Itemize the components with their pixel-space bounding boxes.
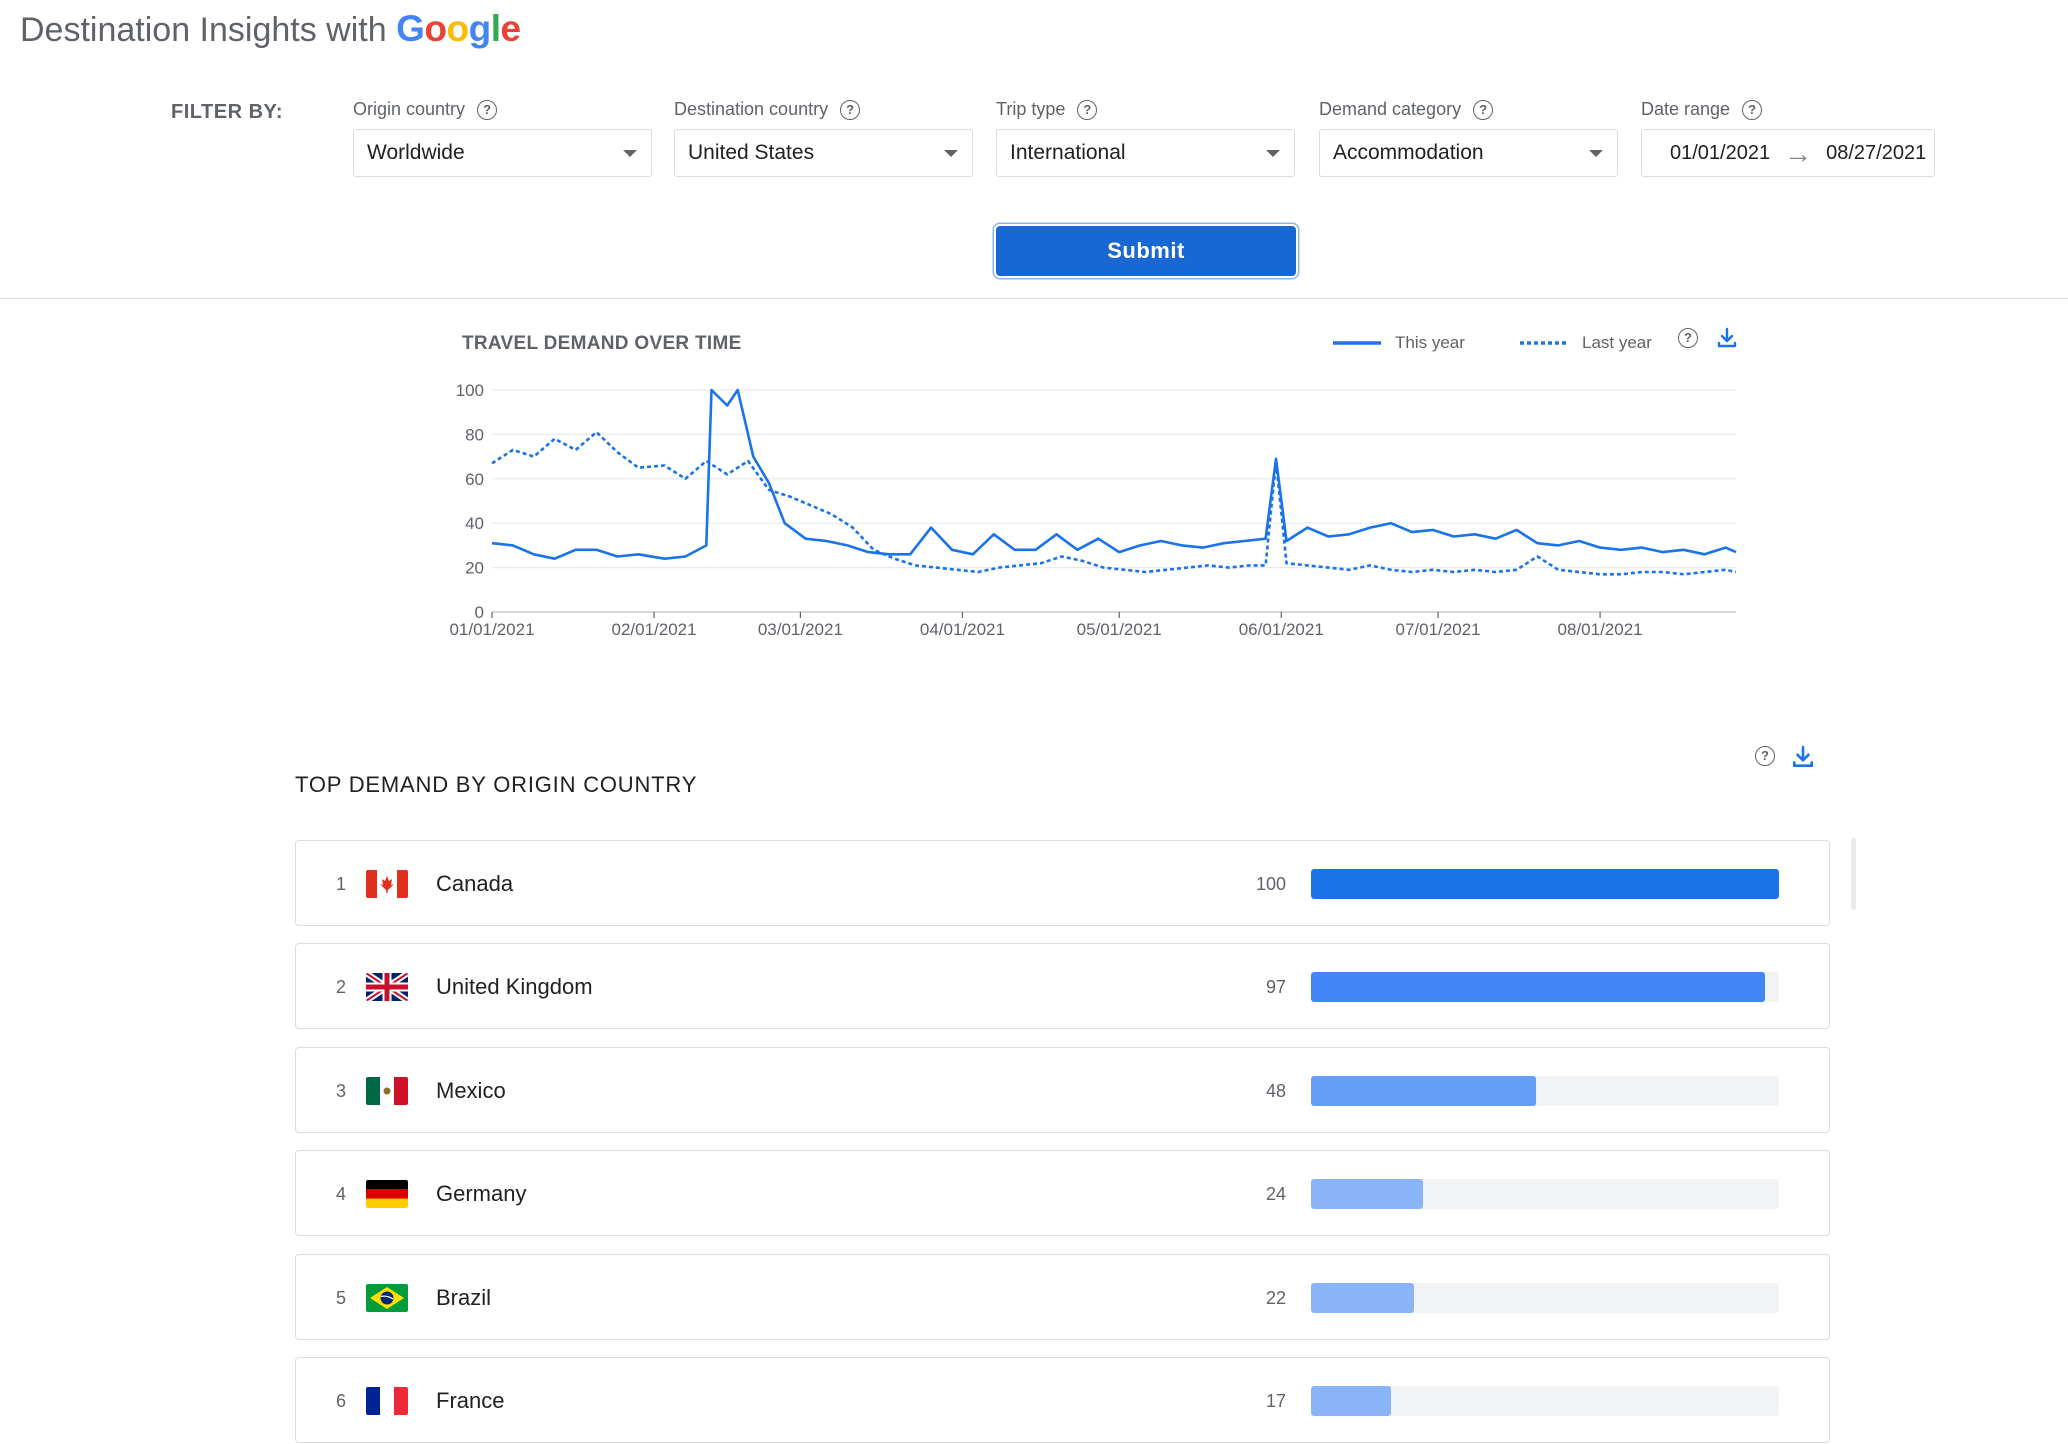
- brazil-flag-icon: [366, 1284, 408, 1312]
- row-rank: 4: [336, 1151, 346, 1237]
- help-icon[interactable]: ?: [1742, 100, 1762, 120]
- table-row[interactable]: 6France17: [295, 1357, 1830, 1443]
- germany-flag-icon: [366, 1180, 408, 1208]
- table-row[interactable]: 5Brazil22: [295, 1254, 1830, 1340]
- row-rank: 6: [336, 1358, 346, 1444]
- section-divider: [0, 298, 2068, 299]
- row-demand-bar-fill: [1311, 972, 1765, 1002]
- row-demand-bar-fill: [1311, 1076, 1536, 1106]
- row-country-name: Germany: [436, 1151, 526, 1237]
- dropdown-caret-icon: [1266, 150, 1280, 157]
- table-row[interactable]: 2United Kingdom97: [295, 943, 1830, 1029]
- trip-type-label: Trip type?: [996, 99, 1097, 120]
- x-tick-label: 02/01/2021: [611, 620, 696, 639]
- x-tick-label: 08/01/2021: [1558, 620, 1643, 639]
- x-tick-label: 01/01/2021: [449, 620, 534, 639]
- x-tick-label: 05/01/2021: [1077, 620, 1162, 639]
- arrow-right-icon: →: [1784, 131, 1812, 176]
- date-range-start[interactable]: 01/01/2021: [1670, 131, 1770, 176]
- y-tick-label: 40: [465, 514, 484, 533]
- dropdown-caret-icon: [623, 150, 637, 157]
- x-tick-label: 07/01/2021: [1396, 620, 1481, 639]
- row-rank: 3: [336, 1048, 346, 1134]
- demand-category-select[interactable]: Accommodation: [1319, 129, 1618, 177]
- destination-country-select[interactable]: United States: [674, 129, 973, 177]
- row-country-name: France: [436, 1358, 504, 1444]
- app-title-text: Destination Insights with: [20, 11, 387, 49]
- france-flag-icon: [366, 1387, 408, 1415]
- table-row[interactable]: 4Germany24: [295, 1150, 1830, 1236]
- row-demand-bar-fill: [1311, 1386, 1391, 1416]
- y-tick-label: 60: [465, 470, 484, 489]
- table-row[interactable]: 3Mexico48: [295, 1047, 1830, 1133]
- table-row[interactable]: 1Canada100: [295, 840, 1830, 926]
- scrollbar-thumb[interactable]: [1851, 838, 1856, 910]
- google-logo: Google: [396, 8, 520, 49]
- legend-this-year: This year: [1333, 333, 1465, 353]
- legend-dashed-line: [1520, 340, 1568, 346]
- origin-country-label: Origin country?: [353, 99, 497, 120]
- mexico-flag-icon: [366, 1077, 408, 1105]
- series-this-year-line: [492, 390, 1736, 559]
- table-title: TOP DEMAND BY ORIGIN COUNTRY: [295, 772, 697, 798]
- x-tick-label: 06/01/2021: [1239, 620, 1324, 639]
- y-tick-label: 20: [465, 559, 484, 578]
- y-tick-label: 100: [456, 381, 484, 400]
- chart-download-icon[interactable]: [1716, 327, 1738, 349]
- row-country-name: Brazil: [436, 1255, 491, 1341]
- filter-by-label: FILTER BY:: [171, 101, 283, 124]
- app-title: Destination Insights with Google: [20, 8, 521, 50]
- legend-last-year: Last year: [1520, 333, 1652, 353]
- row-demand-bar-track: [1311, 1179, 1779, 1209]
- chart-title: TRAVEL DEMAND OVER TIME: [462, 333, 742, 355]
- trip-type-select[interactable]: International: [996, 129, 1295, 177]
- demand-category-label: Demand category?: [1319, 99, 1493, 120]
- table-help-icon[interactable]: ?: [1755, 746, 1775, 766]
- row-rank: 2: [336, 944, 346, 1030]
- row-demand-bar-track: [1311, 1283, 1779, 1313]
- legend-solid-line: [1333, 340, 1381, 346]
- uk-flag-icon: [366, 973, 408, 1001]
- date-range-end[interactable]: 08/27/2021: [1826, 131, 1926, 176]
- submit-button[interactable]: Submit: [996, 226, 1296, 276]
- row-demand-bar-track: [1311, 1076, 1779, 1106]
- row-demand-bar-fill: [1311, 869, 1779, 899]
- row-demand-bar-track: [1311, 1386, 1779, 1416]
- row-rank: 5: [336, 1255, 346, 1341]
- help-icon[interactable]: ?: [1473, 100, 1493, 120]
- row-country-name: Canada: [436, 841, 513, 927]
- row-rank: 1: [336, 841, 346, 927]
- row-demand-bar-track: [1311, 869, 1779, 899]
- help-icon[interactable]: ?: [477, 100, 497, 120]
- help-icon[interactable]: ?: [1077, 100, 1097, 120]
- x-tick-label: 03/01/2021: [758, 620, 843, 639]
- y-tick-label: 80: [465, 425, 484, 444]
- row-country-name: United Kingdom: [436, 944, 593, 1030]
- row-country-name: Mexico: [436, 1048, 506, 1134]
- row-demand-bar-track: [1311, 972, 1779, 1002]
- series-last-year-line: [492, 432, 1736, 574]
- canada-flag-icon: [366, 870, 408, 898]
- chart-help-icon[interactable]: ?: [1678, 328, 1698, 348]
- row-demand-bar-fill: [1311, 1283, 1414, 1313]
- date-range-picker[interactable]: 01/01/2021 → 08/27/2021: [1641, 129, 1935, 177]
- travel-demand-chart: 02040608010001/01/202102/01/202103/01/20…: [420, 370, 1760, 650]
- origin-country-select[interactable]: Worldwide: [353, 129, 652, 177]
- help-icon[interactable]: ?: [840, 100, 860, 120]
- x-tick-label: 04/01/2021: [920, 620, 1005, 639]
- table-download-icon[interactable]: [1791, 745, 1815, 769]
- row-demand-bar-fill: [1311, 1179, 1423, 1209]
- dropdown-caret-icon: [944, 150, 958, 157]
- dropdown-caret-icon: [1589, 150, 1603, 157]
- destination-country-label: Destination country?: [674, 99, 860, 120]
- date-range-label: Date range?: [1641, 99, 1762, 120]
